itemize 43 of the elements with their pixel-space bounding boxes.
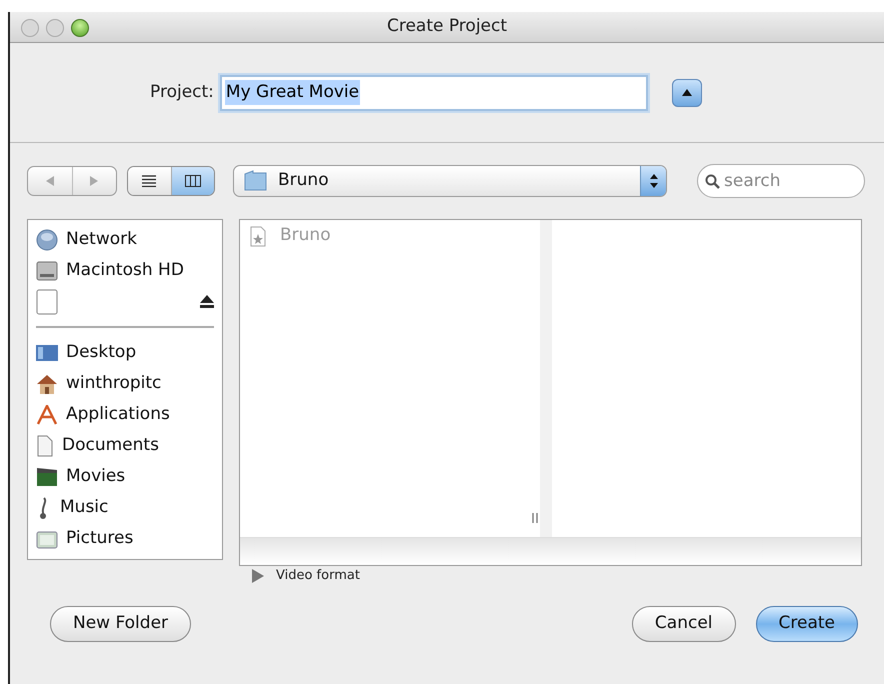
dialog-button[interactable]: Create xyxy=(756,606,858,642)
document-icon xyxy=(36,434,54,456)
sidebar-item[interactable]: Documents xyxy=(36,430,214,461)
forward-arrow-icon xyxy=(90,176,98,186)
dialog-button[interactable]: Cancel xyxy=(632,606,736,642)
eject-icon[interactable] xyxy=(200,295,214,308)
project-name-field[interactable]: My Great Movie xyxy=(220,74,648,110)
desktop-icon xyxy=(36,344,58,362)
document-icon xyxy=(250,225,266,247)
clapperboard-icon xyxy=(36,466,58,486)
hard-drive-icon xyxy=(36,260,58,282)
dialog-button[interactable]: New Folder xyxy=(50,606,192,642)
column-view-button[interactable] xyxy=(172,167,214,195)
resize-handle-icon[interactable] xyxy=(532,513,538,523)
search-field[interactable]: search xyxy=(697,164,865,198)
picture-frame-icon xyxy=(36,528,58,548)
sidebar-item[interactable]: Movies xyxy=(36,461,214,492)
back-arrow-icon xyxy=(46,176,54,186)
stepper-arrows-icon xyxy=(650,174,658,188)
sidebar-item[interactable]: Applications xyxy=(36,399,214,430)
disclosure-toggle[interactable]: Video format xyxy=(252,566,360,586)
sidebar-item[interactable]: Desktop xyxy=(36,337,214,368)
sidebar-item[interactable]: winthropitc xyxy=(36,368,214,399)
zoom-button[interactable] xyxy=(71,19,89,37)
folder-icon xyxy=(244,170,268,192)
list-icon xyxy=(142,175,156,187)
columns-icon xyxy=(184,175,201,187)
sidebar-item[interactable]: Macintosh HD xyxy=(36,255,214,286)
globe-icon xyxy=(36,228,58,250)
house-icon xyxy=(36,374,58,394)
sidebar-item[interactable]: Network xyxy=(36,224,214,255)
location-popup[interactable]: Bruno xyxy=(233,165,667,197)
triangle-up-icon xyxy=(682,89,692,96)
collapse-button[interactable] xyxy=(672,78,702,106)
sidebar-item[interactable]: Pictures xyxy=(36,523,214,554)
sidebar-item[interactable]: Music xyxy=(36,492,214,523)
minimize-button[interactable] xyxy=(46,19,64,37)
list-view-button[interactable] xyxy=(128,167,172,195)
search-icon xyxy=(705,174,720,189)
triangle-right-icon xyxy=(252,568,264,583)
field-label: Project: xyxy=(150,80,214,104)
close-button[interactable] xyxy=(21,19,39,37)
window-title: Create Project xyxy=(386,15,508,38)
